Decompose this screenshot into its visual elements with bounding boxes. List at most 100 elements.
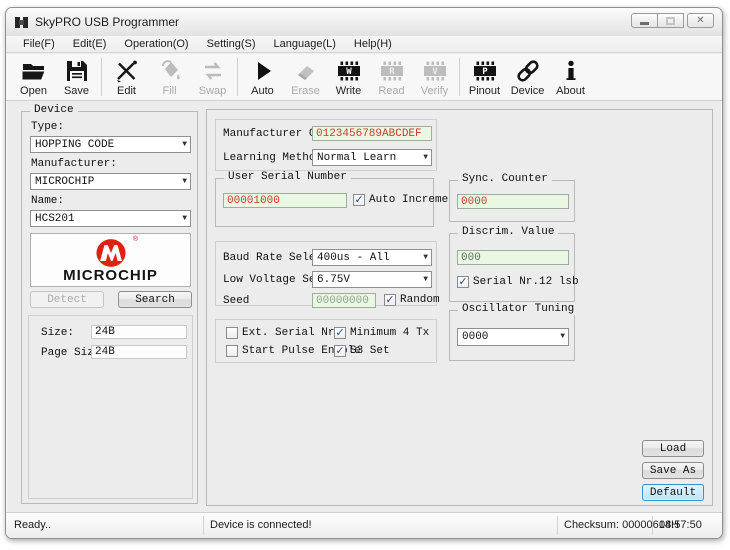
status-device: Device is connected!	[210, 519, 312, 531]
random-checkbox[interactable]: ✓ Random	[384, 294, 440, 306]
low-voltage-select[interactable]: 6.75V ▼	[312, 271, 432, 288]
toolbar-auto-label: Auto	[251, 85, 274, 97]
toolbar-pinout-button[interactable]: P Pinout	[463, 55, 506, 99]
device-manufacturer-value: MICROCHIP	[35, 176, 94, 188]
oscillator-tuning-title: Oscillator Tuning	[458, 303, 578, 315]
toolbar-separator	[101, 58, 102, 96]
baud-rate-select[interactable]: 400us - All ▼	[312, 249, 432, 266]
svg-text:W: W	[346, 67, 352, 77]
device-name-value: HCS201	[35, 213, 75, 225]
toolbar-write-label: Write	[336, 85, 361, 97]
toolbar-separator	[459, 58, 460, 96]
learning-method-value: Normal Learn	[317, 152, 396, 164]
oscillator-tuning-value: 0000	[462, 331, 488, 343]
menu-setting[interactable]: Setting(S)	[198, 38, 265, 50]
device-type-select[interactable]: HOPPING CODE ▼	[30, 136, 191, 153]
window-title: SkyPRO USB Programmer	[35, 15, 179, 29]
user-serial-input[interactable]: 00001000	[223, 193, 347, 208]
checkbox-checked-icon: ✓	[457, 276, 469, 288]
status-time: 08:57:50	[659, 519, 702, 531]
baud-rate-box: Baud Rate Select 400us - All ▼ Low Volta…	[215, 241, 437, 306]
sync-counter-input[interactable]: 0000	[457, 194, 569, 209]
microchip-logo-icon	[92, 237, 130, 269]
menu-bar: File(F) Edit(E) Operation(O) Setting(S) …	[6, 36, 722, 53]
toolbar: Open Save Edit Fill Swap Auto	[6, 54, 722, 101]
title-bar[interactable]: SkyPRO USB Programmer ✕	[6, 8, 722, 36]
detect-button: Detect	[30, 291, 104, 308]
toolbar-device-button[interactable]: Device	[506, 55, 549, 99]
page-size-value: 24B	[91, 345, 187, 359]
chip-w-icon: W	[336, 58, 362, 85]
learning-method-select[interactable]: Normal Learn ▼	[312, 149, 432, 166]
status-bar: Ready.. Device is connected! Checksum: 0…	[6, 512, 722, 538]
manufacturer-code-input[interactable]: 0123456789ABCDEF	[312, 126, 432, 141]
toolbar-erase-label: Erase	[291, 85, 320, 97]
checkbox-checked-icon: ✓	[384, 294, 396, 306]
device-type-value: HOPPING CODE	[35, 139, 114, 151]
svg-text:V: V	[432, 67, 438, 77]
toolbar-open-button[interactable]: Open	[12, 55, 55, 99]
toolbar-edit-button[interactable]: Edit	[105, 55, 148, 99]
registered-mark: ®	[133, 236, 138, 243]
toolbar-edit-label: Edit	[117, 85, 136, 97]
oscillator-tuning-select[interactable]: 0000 ▼	[457, 328, 569, 346]
toolbar-write-button[interactable]: W Write	[327, 55, 370, 99]
discrim-value-input[interactable]: 000	[457, 250, 569, 265]
low-voltage-value: 6.75V	[317, 274, 350, 286]
chevron-down-icon: ▼	[182, 178, 187, 186]
paint-bucket-icon	[157, 58, 183, 85]
play-icon	[250, 58, 276, 85]
oscillator-tuning-group: Oscillator Tuning 0000 ▼	[449, 310, 575, 361]
flags-box: Ext. Serial Nr. ✓ Minimum 4 Tx Start Pul…	[215, 319, 437, 363]
menu-language[interactable]: Language(L)	[265, 38, 345, 50]
minimize-button[interactable]	[631, 13, 658, 28]
chip-r-icon: R	[379, 58, 405, 85]
toolbar-save-button[interactable]: Save	[55, 55, 98, 99]
serial12lsb-checkbox[interactable]: ✓ Serial Nr.12 lsb	[457, 276, 579, 288]
status-divider	[203, 516, 204, 535]
chip-v-icon: V	[422, 58, 448, 85]
checkbox-unchecked-icon	[226, 345, 238, 357]
device-info-box: Size: 24B Page Size: 24B	[28, 315, 193, 499]
chevron-down-icon: ▼	[423, 254, 428, 262]
toolbar-open-label: Open	[20, 85, 47, 97]
auto-increment-checkbox[interactable]: ✓ Auto Increment	[353, 194, 461, 206]
search-button[interactable]: Search	[118, 291, 192, 308]
menu-file[interactable]: File(F)	[14, 38, 64, 50]
user-serial-group: User Serial Number 00001000 ✓ Auto Incre…	[215, 178, 434, 227]
toolbar-fill-label: Fill	[162, 85, 176, 97]
device-group: Device Type: HOPPING CODE ▼ Manufacturer…	[21, 111, 198, 504]
ext-serial-checkbox[interactable]: Ext. Serial Nr.	[226, 327, 341, 339]
user-serial-title: User Serial Number	[224, 171, 351, 183]
device-name-select[interactable]: HCS201 ▼	[30, 210, 191, 227]
seed-input[interactable]: 00000000	[312, 293, 376, 308]
folder-open-icon	[21, 58, 47, 85]
size-label: Size:	[41, 327, 74, 339]
toolbar-device-label: Device	[511, 85, 545, 97]
default-button[interactable]: Default	[642, 484, 704, 501]
toolbar-auto-button[interactable]: Auto	[241, 55, 284, 99]
sync-counter-group: Sync. Counter 0000	[449, 180, 575, 222]
load-button[interactable]: Load	[642, 440, 704, 457]
chip-p-icon: P	[472, 58, 498, 85]
toolbar-about-button[interactable]: About	[549, 55, 592, 99]
close-icon: ✕	[696, 16, 704, 26]
svg-text:R: R	[389, 67, 395, 77]
checkbox-checked-icon: ✓	[353, 194, 365, 206]
close-button[interactable]: ✕	[687, 13, 714, 28]
size-value: 24B	[91, 325, 187, 339]
menu-operation[interactable]: Operation(O)	[115, 38, 197, 50]
save-as-button[interactable]: Save As	[642, 462, 704, 479]
minimum4tx-checkbox[interactable]: ✓ Minimum 4 Tx	[334, 327, 429, 339]
learning-method-label: Learning Method	[223, 152, 322, 164]
name-label: Name:	[31, 195, 64, 207]
checkbox-checked-icon: ✓	[334, 345, 346, 357]
s3set-checkbox[interactable]: ✓ S3 Set	[334, 345, 390, 357]
toolbar-pinout-label: Pinout	[469, 85, 500, 97]
device-manufacturer-select[interactable]: MICROCHIP ▼	[30, 173, 191, 190]
baud-rate-value: 400us - All	[317, 252, 390, 264]
sync-counter-title: Sync. Counter	[458, 173, 552, 185]
menu-edit[interactable]: Edit(E)	[64, 38, 116, 50]
chevron-down-icon: ▼	[182, 141, 187, 149]
menu-help[interactable]: Help(H)	[345, 38, 401, 50]
